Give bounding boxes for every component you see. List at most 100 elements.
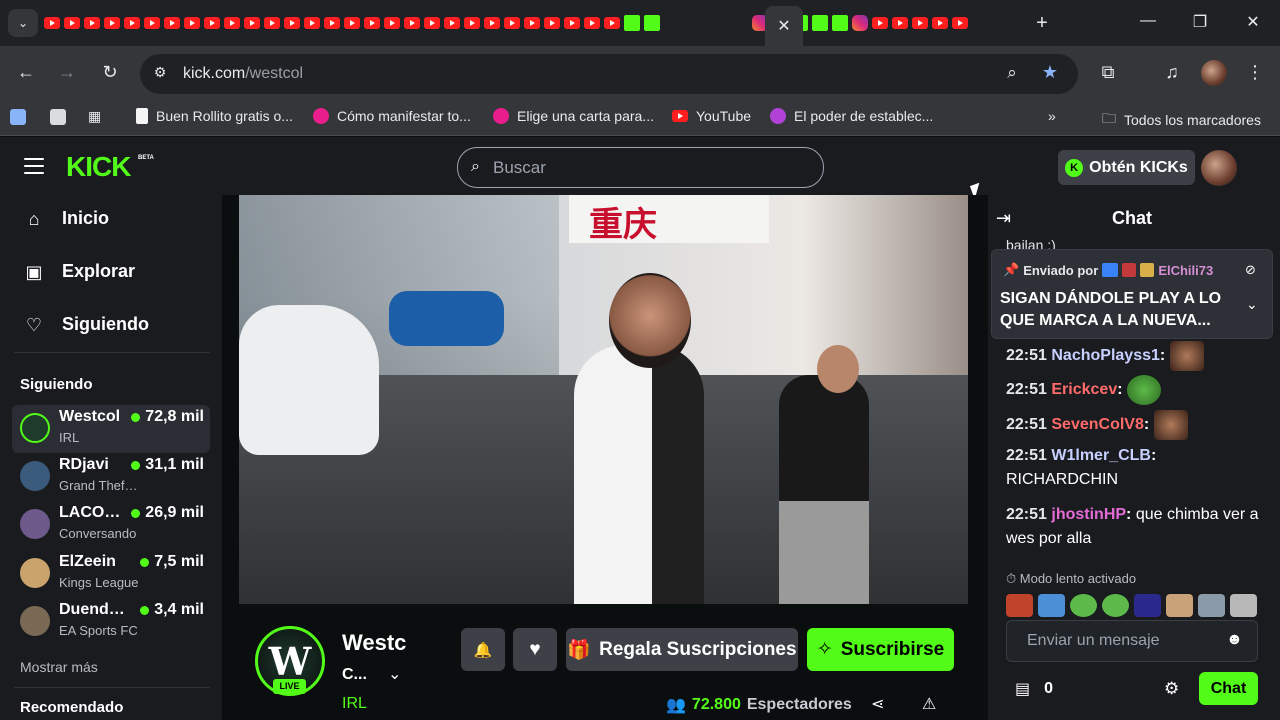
profile-avatar[interactable]: [1201, 60, 1227, 86]
bookmarks-overflow-button[interactable]: »: [1048, 108, 1056, 124]
emote-icon[interactable]: [1038, 594, 1065, 617]
chat-message[interactable]: 22:51 Erickcev:: [1006, 375, 1270, 405]
bookmark-2[interactable]: Elige una carta para...: [493, 108, 654, 124]
user-avatar[interactable]: [1201, 150, 1237, 186]
zoom-icon[interactable]: ⌕: [1000, 63, 1024, 83]
youtube-tab-icon[interactable]: [44, 17, 60, 29]
report-warning-icon[interactable]: ⚠: [922, 694, 936, 714]
channel-name[interactable]: Westc: [342, 630, 406, 656]
nav-home[interactable]: ⌂ Inicio: [24, 208, 109, 229]
youtube-tab-icon[interactable]: [584, 17, 600, 29]
youtube-tab-icon[interactable]: [892, 17, 908, 29]
kick-logo[interactable]: KICK: [66, 151, 131, 183]
youtube-tab-icon[interactable]: [872, 17, 888, 29]
youtube-tab-icon[interactable]: [264, 17, 280, 29]
message-username[interactable]: Erickcev: [1051, 381, 1117, 398]
extensions-icon[interactable]: ⧉: [1096, 62, 1120, 83]
youtube-tab-icon[interactable]: [484, 17, 500, 29]
chevron-down-icon[interactable]: ⌄: [388, 664, 401, 684]
get-kicks-button[interactable]: K Obtén KICKs: [1058, 150, 1195, 185]
nav-following[interactable]: ♡ Siguiendo: [24, 314, 149, 335]
subscribe-button[interactable]: ✧ Suscribirse: [807, 628, 954, 671]
youtube-tab-icon[interactable]: [324, 17, 340, 29]
following-channel-duende[interactable]: DuendePablo EA Sports FC 3,4 mil: [12, 598, 210, 646]
minimize-button[interactable]: —: [1133, 12, 1163, 30]
share-icon[interactable]: ⋖: [871, 694, 884, 714]
youtube-tab-icon[interactable]: [304, 17, 320, 29]
emote-icon[interactable]: [1102, 594, 1129, 617]
stream-category-link[interactable]: IRL: [342, 695, 367, 713]
bookmark-4[interactable]: El poder de establec...: [770, 108, 933, 124]
browser-menu-icon[interactable]: ⋮: [1243, 62, 1267, 83]
back-button[interactable]: ←: [14, 62, 38, 83]
bookmark-star-icon[interactable]: ★: [1038, 62, 1062, 83]
youtube-tab-icon[interactable]: [164, 17, 180, 29]
chat-message[interactable]: 22:51 NachoPlayss1:: [1006, 341, 1270, 371]
tab-search-button[interactable]: ⌄: [8, 9, 38, 37]
apps-icon[interactable]: ▦: [10, 108, 101, 125]
youtube-tab-icon[interactable]: [504, 17, 520, 29]
chat-message[interactable]: 22:51 W1lmer_CLB: RICHARDCHIN: [1006, 444, 1270, 492]
message-username[interactable]: W1lmer_CLB: [1051, 447, 1151, 464]
youtube-tab-icon[interactable]: [224, 17, 240, 29]
instagram-tab-icon[interactable]: [852, 15, 868, 31]
forward-button[interactable]: →: [55, 62, 79, 83]
youtube-tab-icon[interactable]: [84, 17, 100, 29]
message-username[interactable]: jhostinHP: [1051, 506, 1126, 523]
following-channel-westcol[interactable]: Westcol IRL 72,8 mil: [12, 405, 210, 453]
kick-tab-icon[interactable]: [624, 15, 640, 31]
url-text[interactable]: kick.com/westcol: [183, 65, 303, 83]
youtube-tab-icon[interactable]: [124, 17, 140, 29]
message-username[interactable]: NachoPlayss1: [1051, 347, 1160, 364]
youtube-tab-icon[interactable]: [344, 17, 360, 29]
site-info-icon[interactable]: ⚙: [148, 64, 172, 81]
pinned-tabs[interactable]: [44, 14, 968, 32]
youtube-tab-icon[interactable]: [444, 17, 460, 29]
kick-tab-icon[interactable]: [644, 15, 660, 31]
emote-icon[interactable]: [1134, 594, 1161, 617]
youtube-tab-icon[interactable]: [932, 17, 948, 29]
restore-button[interactable]: ❐: [1185, 12, 1215, 32]
youtube-tab-icon[interactable]: [104, 17, 120, 29]
kick-tab-icon[interactable]: [832, 15, 848, 31]
expand-pin-chevron-icon[interactable]: ⌄: [1246, 296, 1258, 313]
reload-button[interactable]: ↻: [98, 62, 122, 83]
collapse-chat-icon[interactable]: ⇥: [996, 208, 1011, 229]
youtube-tab-icon[interactable]: [604, 17, 620, 29]
new-tab-button[interactable]: +: [1030, 12, 1054, 35]
follow-heart-button[interactable]: ♥: [513, 628, 557, 671]
bookmark-1[interactable]: Cómo manifestar to...: [313, 108, 471, 124]
menu-icon[interactable]: [24, 158, 44, 174]
youtube-tab-icon[interactable]: [404, 17, 420, 29]
show-more-link[interactable]: Mostrar más: [20, 659, 98, 675]
all-bookmarks-folder[interactable]: 🗀 Todos los marcadores: [1102, 108, 1261, 132]
youtube-tab-icon[interactable]: [464, 17, 480, 29]
youtube-tab-icon[interactable]: [524, 17, 540, 29]
bookmark-3[interactable]: YouTube: [672, 108, 751, 124]
youtube-tab-icon[interactable]: [364, 17, 380, 29]
close-tab-button[interactable]: ✕: [765, 6, 803, 46]
youtube-tab-icon[interactable]: [564, 17, 580, 29]
kick-tab-icon[interactable]: [812, 15, 828, 31]
youtube-tab-icon[interactable]: [424, 17, 440, 29]
following-channel-lacobraaa[interactable]: LACOBRAAA Conversando 26,9 mil: [12, 501, 210, 549]
close-window-button[interactable]: ✕: [1238, 12, 1268, 32]
following-channel-elzeein[interactable]: ElZeein Kings League 7,5 mil: [12, 550, 210, 598]
youtube-tab-icon[interactable]: [244, 17, 260, 29]
emote-icon[interactable]: [1006, 594, 1033, 617]
chat-settings-gear-icon[interactable]: ⚙: [1164, 679, 1179, 699]
hide-pin-icon[interactable]: ⊘: [1245, 262, 1256, 278]
message-username[interactable]: SevenColV8: [1051, 416, 1143, 433]
bookmark-0[interactable]: Buen Rollito gratis o...: [136, 108, 293, 124]
media-control-icon[interactable]: ♫: [1160, 62, 1184, 83]
youtube-tab-icon[interactable]: [284, 17, 300, 29]
chat-send-button[interactable]: Chat: [1199, 672, 1258, 705]
youtube-tab-icon[interactable]: [952, 17, 968, 29]
video-player[interactable]: 重庆: [239, 195, 968, 604]
emote-icon[interactable]: [1166, 594, 1193, 617]
chat-message[interactable]: 22:51 jhostinHP: que chimba ver a wes po…: [1006, 503, 1270, 551]
emote-icon[interactable]: [1070, 594, 1097, 617]
notification-bell-button[interactable]: 🔔: [461, 628, 505, 671]
youtube-tab-icon[interactable]: [184, 17, 200, 29]
youtube-tab-icon[interactable]: [204, 17, 220, 29]
